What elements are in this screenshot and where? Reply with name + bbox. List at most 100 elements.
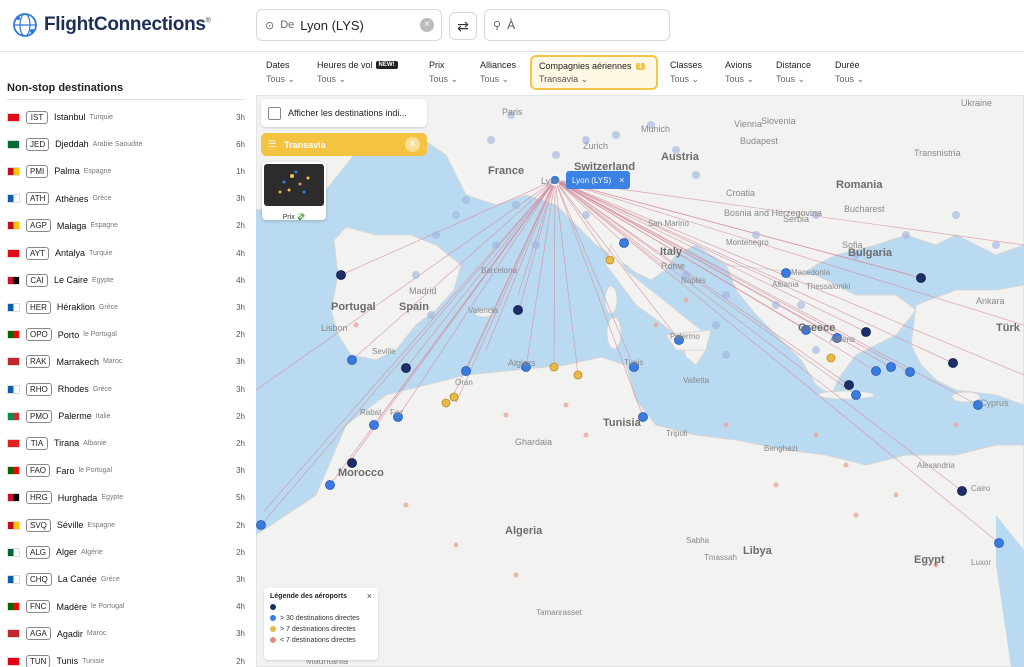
- airport-marker[interactable]: [781, 268, 791, 278]
- airline-filter-chip[interactable]: ☰ Transavia ×: [261, 133, 427, 156]
- airport-marker[interactable]: [503, 412, 509, 418]
- airport-marker[interactable]: [916, 273, 926, 283]
- filter-alliances[interactable]: Alliances Tous ⌄: [480, 60, 516, 85]
- airport-marker[interactable]: [513, 305, 523, 315]
- airport-marker[interactable]: [353, 322, 359, 328]
- destination-row[interactable]: AGA Agadir Maroc 3h: [7, 624, 245, 644]
- airport-marker[interactable]: [347, 355, 357, 365]
- airport-marker[interactable]: [432, 231, 440, 239]
- destination-row[interactable]: TUN Tunis Tunisie 2h: [7, 651, 245, 667]
- airport-marker[interactable]: [582, 211, 590, 219]
- airport-marker[interactable]: [905, 367, 915, 377]
- airport-marker[interactable]: [871, 366, 881, 376]
- airport-marker[interactable]: [336, 270, 346, 280]
- airport-marker[interactable]: [844, 380, 854, 390]
- destination-row[interactable]: RAK Marrakech Maroc 3h: [7, 352, 245, 372]
- airport-marker[interactable]: [449, 392, 459, 402]
- clear-from-button[interactable]: ×: [420, 18, 434, 32]
- filter-dates[interactable]: Dates Tous ⌄: [266, 60, 295, 85]
- destination-row[interactable]: FNC Madère le Portugal 4h: [7, 597, 245, 617]
- destination-row[interactable]: FAO Faro le Portugal 3h: [7, 461, 245, 481]
- checkbox[interactable]: [268, 106, 281, 120]
- destination-row[interactable]: AYT Antalya Turquie 4h: [7, 243, 245, 263]
- filter-avions[interactable]: Avions Tous ⌄: [725, 60, 754, 85]
- airport-marker[interactable]: [797, 301, 805, 309]
- filter-airlines[interactable]: Compagnies aériennes 1 Transavia ⌄: [530, 55, 658, 90]
- airport-marker[interactable]: [369, 420, 379, 430]
- to-field[interactable]: ⚲ À: [484, 9, 670, 41]
- airport-marker[interactable]: [573, 370, 583, 380]
- airport-marker[interactable]: [812, 346, 820, 354]
- destination-row[interactable]: ATH Athènes Grèce 3h: [7, 189, 245, 209]
- remove-airline-button[interactable]: ×: [405, 137, 420, 152]
- airport-marker[interactable]: [552, 151, 560, 159]
- airport-marker[interactable]: [605, 255, 615, 265]
- airport-marker[interactable]: [902, 231, 910, 239]
- airport-marker[interactable]: [893, 492, 899, 498]
- airport-marker[interactable]: [492, 241, 500, 249]
- airport-marker[interactable]: [513, 572, 519, 578]
- from-field[interactable]: ⊙ De Lyon (LYS) ×: [256, 9, 442, 41]
- airport-marker[interactable]: [532, 241, 540, 249]
- airport-marker[interactable]: [403, 502, 409, 508]
- airport-marker[interactable]: [452, 211, 460, 219]
- airport-marker[interactable]: [886, 362, 896, 372]
- airport-marker[interactable]: [256, 520, 266, 530]
- destination-row[interactable]: AGP Malaga Espagne 2h: [7, 216, 245, 236]
- airport-marker[interactable]: [619, 238, 629, 248]
- destination-row[interactable]: HER Héraklion Grèce 3h: [7, 297, 245, 317]
- filter-heures-de-vol[interactable]: Heures de vol NEW! Tous ⌄: [317, 60, 398, 85]
- airport-marker[interactable]: [712, 321, 720, 329]
- airport-marker[interactable]: [826, 353, 836, 363]
- logo[interactable]: FlightConnections®: [12, 12, 211, 38]
- airport-marker[interactable]: [441, 398, 451, 408]
- airport-marker[interactable]: [612, 131, 620, 139]
- airport-marker[interactable]: [994, 538, 1004, 548]
- airport-marker[interactable]: [861, 327, 871, 337]
- destination-row[interactable]: IST Istanbul Turquie 3h: [7, 107, 245, 127]
- close-legend-icon[interactable]: ×: [367, 591, 372, 601]
- destination-row[interactable]: JED Djeddah Arabie Saoudite 6h: [7, 134, 245, 154]
- airport-marker[interactable]: [957, 486, 967, 496]
- filter-classes[interactable]: Classes Tous ⌄: [670, 60, 702, 85]
- airport-marker[interactable]: [722, 291, 730, 299]
- airport-marker[interactable]: [453, 542, 459, 548]
- destination-row[interactable]: SVQ Séville Espagne 2h: [7, 515, 245, 535]
- airport-marker[interactable]: [563, 402, 569, 408]
- airport-marker[interactable]: [772, 301, 780, 309]
- airport-marker[interactable]: [723, 422, 729, 428]
- airport-marker[interactable]: [683, 297, 689, 303]
- airport-marker[interactable]: [992, 241, 1000, 249]
- airport-marker[interactable]: [952, 211, 960, 219]
- destination-row[interactable]: PMO Palerme Italie 2h: [7, 406, 245, 426]
- airport-marker[interactable]: [325, 480, 335, 490]
- price-map-card[interactable]: Prix 💸: [262, 162, 326, 221]
- airport-marker[interactable]: [583, 432, 589, 438]
- destination-row[interactable]: CAI Le Caire Egypte 4h: [7, 270, 245, 290]
- destination-row[interactable]: ALG Alger Algérie 2h: [7, 542, 245, 562]
- destination-row[interactable]: RHO Rhodes Grèce 3h: [7, 379, 245, 399]
- map-canvas[interactable]: Ukraine Paris Munich Vienna Zurich Budapest Fr…: [256, 95, 1024, 667]
- airport-marker[interactable]: [549, 362, 559, 372]
- airport-marker[interactable]: [953, 422, 959, 428]
- destination-row[interactable]: OPO Porto le Portugal 2h: [7, 325, 245, 345]
- airport-marker[interactable]: [462, 196, 470, 204]
- airport-marker[interactable]: [722, 351, 730, 359]
- airport-marker[interactable]: [853, 512, 859, 518]
- airport-marker[interactable]: [813, 432, 819, 438]
- origin-popup[interactable]: Lyon (LYS) ×: [566, 171, 631, 189]
- airport-marker[interactable]: [692, 171, 700, 179]
- airport-marker[interactable]: [948, 358, 958, 368]
- airport-marker[interactable]: [653, 322, 659, 328]
- destination-row[interactable]: HRG Hurghada Egypte 5h: [7, 488, 245, 508]
- swap-button[interactable]: ⇄: [449, 12, 477, 40]
- airport-marker[interactable]: [412, 271, 420, 279]
- airport-marker[interactable]: [487, 136, 495, 144]
- destination-row[interactable]: TIA Tirana Albanie 2h: [7, 433, 245, 453]
- airport-marker[interactable]: [461, 366, 471, 376]
- show-indirect-toggle[interactable]: Afficher les destinations indi...: [261, 99, 427, 127]
- airport-marker[interactable]: [773, 482, 779, 488]
- filter-durée[interactable]: Durée Tous ⌄: [835, 60, 864, 85]
- close-popup-icon[interactable]: ×: [619, 175, 624, 185]
- route-map[interactable]: Ukraine Paris Munich Vienna Zurich Budapest Fr…: [256, 95, 1024, 667]
